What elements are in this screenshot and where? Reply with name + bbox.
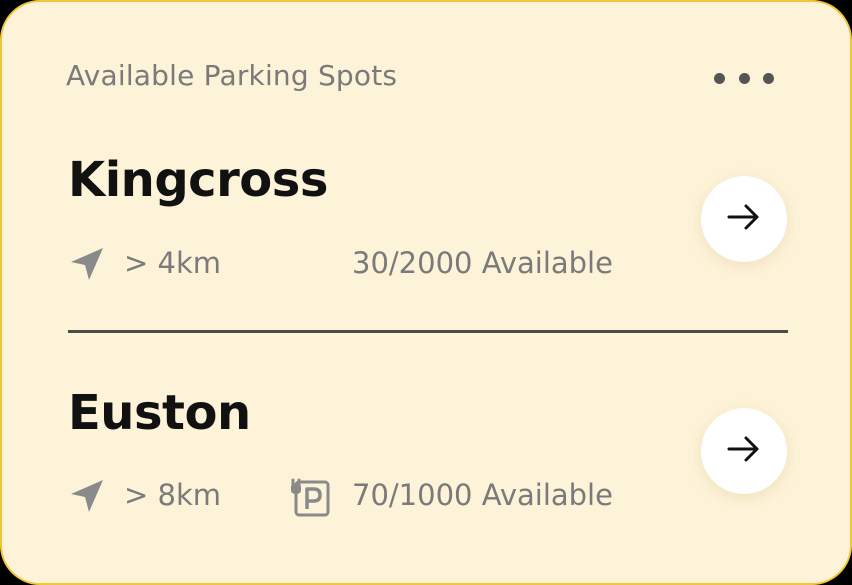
availability-text: 70/1000 Available bbox=[352, 478, 613, 512]
parking-card: Available Parking Spots Kingcross > 4km … bbox=[0, 0, 852, 585]
availability-text: 30/2000 Available bbox=[352, 246, 613, 280]
station-name: Kingcross bbox=[68, 152, 328, 208]
station-name: Euston bbox=[68, 385, 251, 441]
go-to-euston-button[interactable] bbox=[701, 408, 787, 494]
navigation-arrow-icon bbox=[68, 477, 106, 519]
more-options-icon[interactable] bbox=[714, 70, 774, 86]
distance-text: > 4km bbox=[124, 246, 222, 280]
navigation-arrow-icon bbox=[68, 245, 106, 287]
distance-text: > 8km bbox=[124, 478, 222, 512]
go-to-kingcross-button[interactable] bbox=[701, 176, 787, 262]
arrow-right-icon bbox=[724, 197, 764, 241]
more-dot bbox=[763, 72, 774, 84]
more-dot bbox=[738, 72, 750, 84]
divider bbox=[68, 330, 788, 333]
ev-charging-parking-icon bbox=[287, 474, 331, 522]
card-title: Available Parking Spots bbox=[66, 59, 398, 92]
more-dot bbox=[714, 72, 725, 84]
arrow-right-icon bbox=[724, 429, 764, 473]
